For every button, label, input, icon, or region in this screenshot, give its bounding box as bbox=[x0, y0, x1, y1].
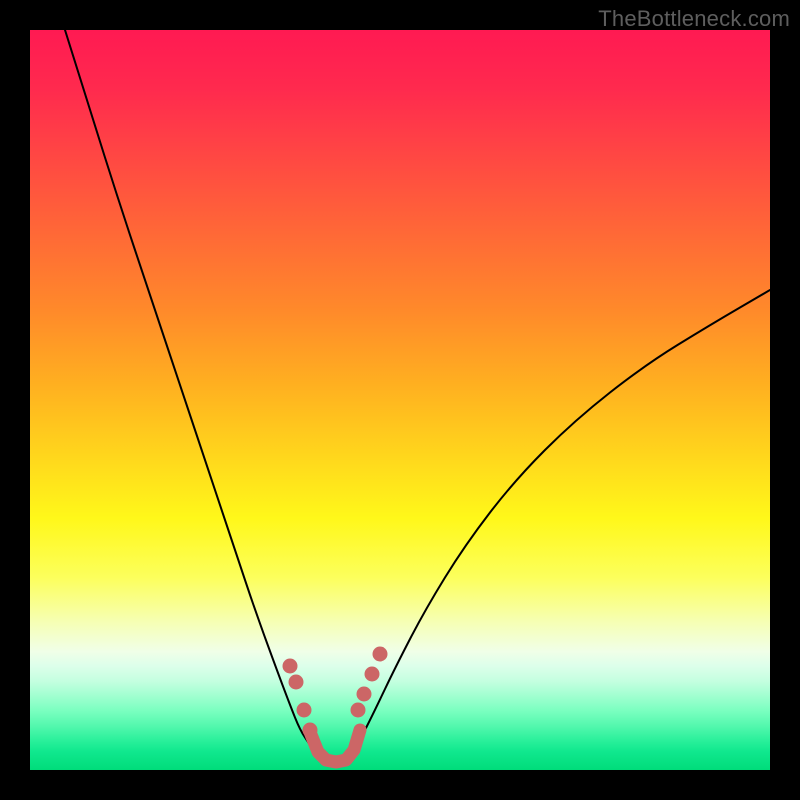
right-curve bbox=[350, 290, 770, 758]
curves-svg bbox=[30, 30, 770, 770]
watermark-text: TheBottleneck.com bbox=[598, 6, 790, 32]
marker-dot bbox=[283, 659, 298, 674]
plot-area bbox=[30, 30, 770, 770]
marker-dot bbox=[297, 703, 312, 718]
marker-dot bbox=[289, 675, 304, 690]
chart-frame: TheBottleneck.com bbox=[0, 0, 800, 800]
marker-dot bbox=[351, 703, 366, 718]
marker-dot bbox=[373, 647, 388, 662]
left-curve bbox=[65, 30, 318, 758]
marker-dot bbox=[303, 723, 318, 738]
marker-dot bbox=[365, 667, 380, 682]
valley-marker-line bbox=[310, 730, 360, 762]
marker-dot bbox=[357, 687, 372, 702]
